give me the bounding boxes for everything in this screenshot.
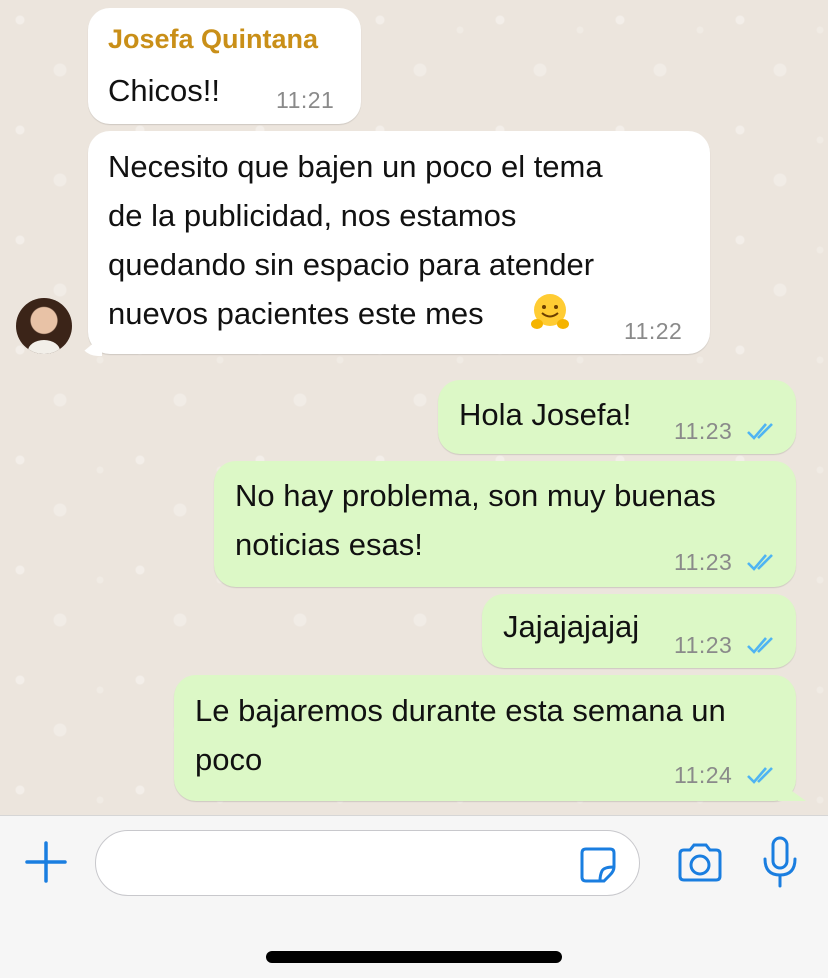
message-time: 11:23 <box>674 418 733 444</box>
double-check-icon <box>747 637 773 654</box>
double-check-icon <box>747 423 773 440</box>
home-indicator <box>266 951 562 963</box>
double-check-icon <box>747 554 773 571</box>
message-text: Jajajajajaj <box>503 609 640 644</box>
sticker-icon[interactable] <box>578 845 618 885</box>
message-bubble-outgoing[interactable]: No hay problema, son muy buenas noticias… <box>214 461 796 587</box>
sender-name[interactable]: Josefa Quintana <box>108 22 318 56</box>
double-check-icon <box>747 767 773 784</box>
message-time: 11:24 <box>674 762 733 788</box>
message-bubble-incoming[interactable]: Josefa Quintana Chicos!! 11:21 <box>88 8 361 124</box>
message-bubble-outgoing[interactable]: Hola Josefa! 11:23 <box>438 380 796 454</box>
message-bubble-outgoing[interactable]: Jajajajajaj 11:23 <box>482 594 796 668</box>
message-bubble-outgoing[interactable]: Le bajaremos durante esta semana un poco… <box>174 675 796 801</box>
plus-icon[interactable] <box>24 840 68 884</box>
message-text: Necesito que bajen un poco el tema de la… <box>108 149 603 331</box>
camera-icon[interactable] <box>676 842 724 884</box>
microphone-icon[interactable] <box>760 835 800 889</box>
avatar[interactable] <box>16 298 72 354</box>
message-bubble-incoming[interactable]: Necesito que bajen un poco el tema de la… <box>88 131 710 354</box>
message-input[interactable] <box>95 830 640 896</box>
chat-area[interactable]: Josefa Quintana Chicos!! 11:21 Necesito … <box>0 0 828 815</box>
message-text: Le bajaremos durante esta semana un poco <box>195 693 726 777</box>
message-time: 11:22 <box>624 318 683 344</box>
message-time: 11:21 <box>276 87 335 113</box>
message-time: 11:23 <box>674 632 733 658</box>
message-text: No hay problema, son muy buenas noticias… <box>235 478 716 562</box>
hugging-face-emoji-icon <box>531 294 569 329</box>
message-text: Hola Josefa! <box>459 397 632 432</box>
message-time: 11:23 <box>674 549 733 575</box>
message-text: Chicos!! <box>108 73 220 108</box>
